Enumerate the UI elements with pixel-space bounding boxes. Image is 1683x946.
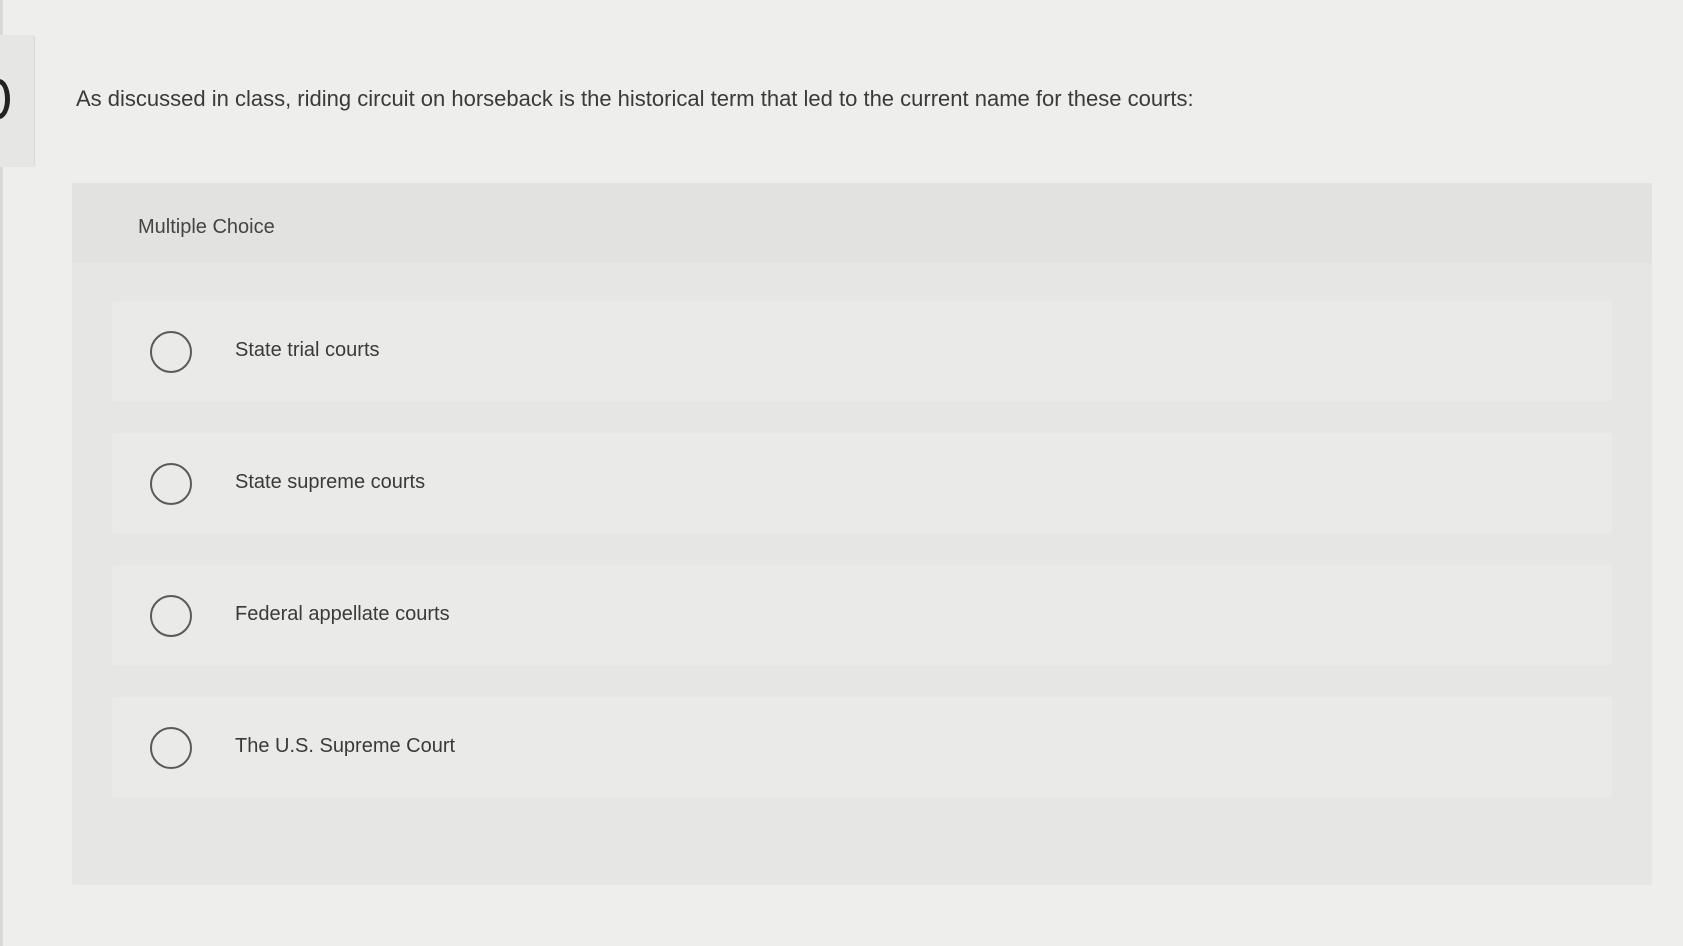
question-prompt: As discussed in class, riding circuit on…	[76, 86, 1194, 111]
answer-option-label: Federal appellate courts	[235, 603, 450, 625]
answer-option-federal-appellate-courts[interactable]: Federal appellate courts	[112, 565, 1612, 665]
multiple-choice-header: Multiple Choice	[72, 183, 1652, 263]
answer-option-label: State supreme courts	[235, 471, 426, 493]
answer-option-label: State trial courts	[235, 339, 380, 361]
answer-option-state-supreme-courts[interactable]: State supreme courts	[112, 433, 1612, 533]
multiple-choice-label: Multiple Choice	[138, 216, 275, 238]
radio-unselected-icon[interactable]	[150, 463, 192, 505]
radio-unselected-icon[interactable]	[150, 331, 192, 373]
multiple-choice-panel: Multiple Choice State trial courts State…	[72, 183, 1652, 885]
radio-unselected-icon[interactable]	[150, 595, 192, 637]
answer-options-list: State trial courts State supreme courts …	[112, 301, 1612, 829]
radio-unselected-icon[interactable]	[150, 727, 192, 769]
answer-option-label: The U.S. Supreme Court	[235, 735, 456, 757]
answer-option-us-supreme-court[interactable]: The U.S. Supreme Court	[112, 697, 1612, 797]
answer-option-state-trial-courts[interactable]: State trial courts	[112, 301, 1612, 401]
